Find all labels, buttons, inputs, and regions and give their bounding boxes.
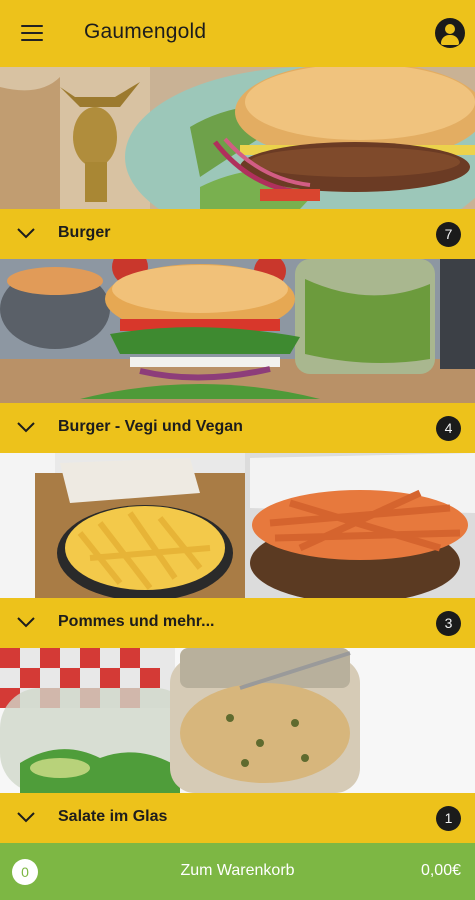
- cart-button[interactable]: 0 Zum Warenkorb 0,00€: [0, 843, 475, 900]
- category-label: Burger: [58, 224, 111, 241]
- salad-category-image[interactable]: [0, 648, 475, 793]
- category-label: Salate im Glas: [58, 808, 168, 825]
- chevron-down-icon: [17, 228, 35, 239]
- count-badge: 7: [436, 222, 461, 247]
- category-row-burger[interactable]: Burger 7: [0, 209, 475, 259]
- count-badge: 1: [436, 806, 461, 831]
- app-bar: Gaumengold: [0, 0, 475, 67]
- account-icon[interactable]: [435, 18, 465, 48]
- vegan-burger-category-image[interactable]: [0, 259, 475, 403]
- hamburger-menu-icon[interactable]: [21, 25, 43, 41]
- category-row-salate[interactable]: Salate im Glas 1: [0, 793, 475, 843]
- cart-label: Zum Warenkorb: [180, 862, 295, 879]
- chevron-down-icon: [17, 617, 35, 628]
- category-row-burger-vegi-vegan[interactable]: Burger - Vegi und Vegan 4: [0, 403, 475, 453]
- cart-total: 0,00€: [420, 862, 461, 879]
- chevron-down-icon: [17, 812, 35, 823]
- burger-category-image[interactable]: [0, 67, 475, 209]
- count-badge: 3: [436, 611, 461, 636]
- chevron-down-icon: [17, 422, 35, 433]
- fries-category-image[interactable]: [0, 453, 475, 598]
- category-row-pommes[interactable]: Pommes und mehr... 3: [0, 598, 475, 648]
- app-title: Gaumengold: [84, 20, 207, 43]
- count-badge: 4: [436, 416, 461, 441]
- category-label: Burger - Vegi und Vegan: [58, 418, 243, 435]
- category-label: Pommes und mehr...: [58, 613, 215, 630]
